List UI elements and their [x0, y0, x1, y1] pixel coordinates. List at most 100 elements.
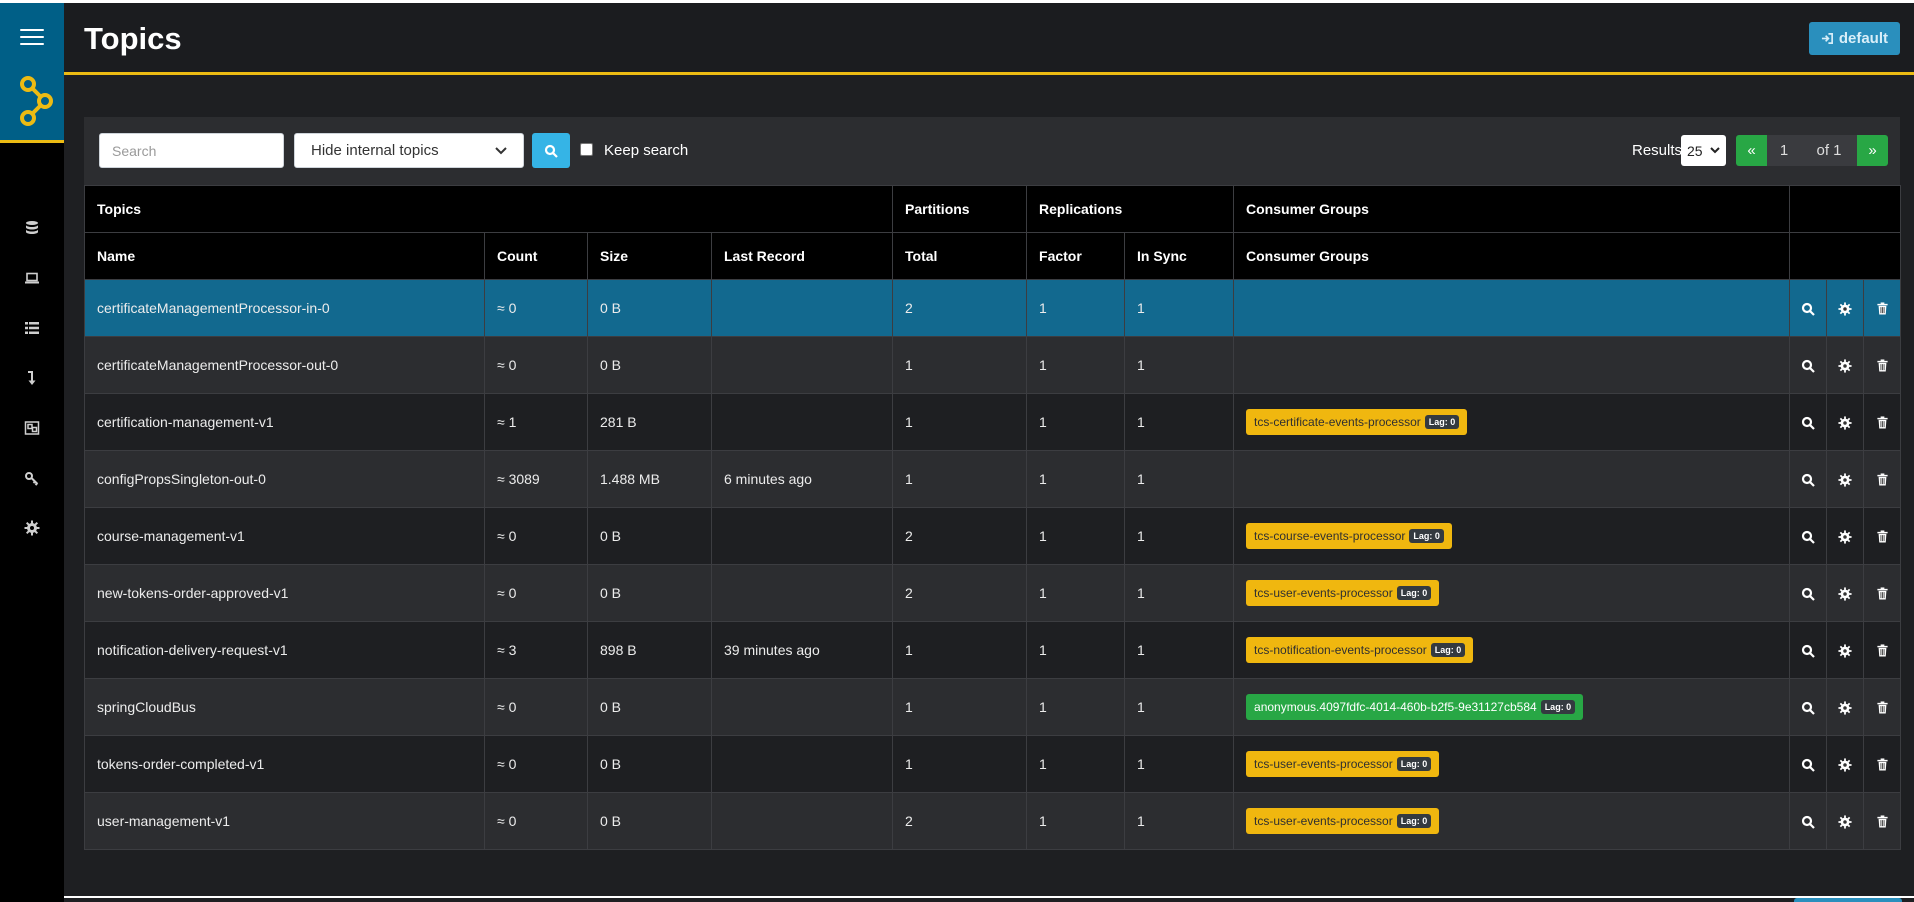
configure-topic-button[interactable]	[1826, 564, 1865, 622]
sidebar-item-tail[interactable]	[0, 353, 64, 403]
delete-topic-button[interactable]	[1863, 792, 1902, 850]
pagination-current-page[interactable]: 1	[1767, 135, 1801, 166]
delete-topic-button[interactable]	[1863, 678, 1902, 736]
table-row[interactable]: certification-management-v1 ≈ 1 281 B 1 1 1 tc…	[84, 393, 1902, 451]
column-header-factor[interactable]: Factor	[1026, 232, 1126, 280]
column-header-in-sync[interactable]: In Sync	[1124, 232, 1235, 280]
configure-topic-button[interactable]	[1826, 450, 1865, 508]
table-row[interactable]: new-tokens-order-approved-v1 ≈ 00 B 2 1 1 tcs…	[84, 564, 1902, 622]
topic-name[interactable]: user-management-v1	[84, 792, 485, 850]
topics-panel: Hide internal topics Keep search Results…	[83, 117, 1902, 850]
login-button[interactable]: default	[1808, 22, 1900, 55]
kafka-logo-icon[interactable]	[18, 75, 58, 131]
view-topic-button[interactable]	[1789, 564, 1828, 622]
topic-name[interactable]: certificateManagementProcessor-out-0	[84, 336, 485, 394]
gear-icon	[1838, 302, 1852, 316]
view-topic-button[interactable]	[1789, 678, 1828, 736]
view-topic-button[interactable]	[1789, 792, 1828, 850]
table-row[interactable]: certificateManagementProcessor-out-0 ≈ 00…	[84, 336, 1902, 394]
topic-name[interactable]: notification-delivery-request-v1	[84, 621, 485, 679]
topic-filter-select[interactable]: Hide internal topics	[294, 133, 524, 168]
pagination-next-button[interactable]: »	[1857, 135, 1888, 166]
column-header-size[interactable]: Size	[587, 232, 712, 280]
sidebar-item-topics[interactable]	[0, 253, 64, 303]
table-row[interactable]: notification-delivery-request-v1 ≈ 3 898 B…	[84, 621, 1902, 679]
page-title: Topics	[84, 21, 182, 56]
delete-topic-button[interactable]	[1863, 564, 1902, 622]
consumer-group-name: tcs-user-events-processor	[1254, 586, 1393, 600]
results-per-page-value: 25	[1687, 142, 1703, 159]
trash-icon	[1875, 587, 1889, 601]
configure-topic-button[interactable]	[1826, 621, 1865, 679]
consumer-group-badge[interactable]: tcs-notification-events-processor Lag: 0	[1246, 637, 1474, 663]
configure-topic-button[interactable]	[1826, 336, 1865, 394]
consumer-group-badge[interactable]: tcs-course-events-processor Lag: 0	[1246, 523, 1452, 549]
create-topic-button[interactable]	[1794, 898, 1902, 902]
view-topic-button[interactable]	[1789, 735, 1828, 793]
configure-topic-button[interactable]	[1826, 792, 1865, 850]
search-icon	[1801, 701, 1815, 715]
view-topic-button[interactable]	[1789, 336, 1828, 394]
view-topic-button[interactable]	[1789, 507, 1828, 565]
table-row[interactable]: course-management-v1 ≈ 00 B 2 1 1 tcs-course-…	[84, 507, 1902, 565]
column-header-last-record[interactable]: Last Record	[710, 232, 894, 280]
search-input[interactable]	[99, 133, 284, 168]
search-icon	[1801, 473, 1815, 487]
configure-topic-button[interactable]	[1826, 279, 1865, 337]
pagination-prev-button[interactable]: «	[1736, 135, 1767, 166]
delete-topic-button[interactable]	[1863, 393, 1902, 451]
view-topic-button[interactable]	[1789, 621, 1828, 679]
delete-topic-button[interactable]	[1863, 450, 1902, 508]
configure-topic-button[interactable]	[1826, 735, 1865, 793]
group-header-consumer-groups: Consumer Groups	[1233, 185, 1791, 233]
configure-topic-button[interactable]	[1826, 393, 1865, 451]
sidebar-item-nodes[interactable]	[0, 203, 64, 253]
table-row[interactable]: user-management-v1 ≈ 00 B 2 1 1 tcs-user-even…	[84, 792, 1902, 850]
sidebar-item-consumer-groups[interactable]	[0, 303, 64, 353]
view-topic-button[interactable]	[1789, 450, 1828, 508]
partitions-total: 1	[892, 621, 1028, 679]
column-header-count[interactable]: Count	[484, 232, 588, 280]
delete-topic-button[interactable]	[1863, 279, 1902, 337]
column-header-total[interactable]: Total	[892, 232, 1028, 280]
keep-search-checkbox[interactable]	[580, 143, 593, 156]
column-header-name[interactable]: Name	[84, 232, 485, 280]
topic-name[interactable]: tokens-order-completed-v1	[84, 735, 485, 793]
table-row[interactable]: springCloudBus ≈ 00 B 1 1 1 anonymous.4097fdf…	[84, 678, 1902, 736]
column-header-consumer-groups[interactable]: Consumer Groups	[1233, 232, 1791, 280]
table-row[interactable]: tokens-order-completed-v1 ≈ 00 B 1 1 1 tcs-us…	[84, 735, 1902, 793]
search-button[interactable]	[532, 133, 570, 168]
topic-name[interactable]: configPropsSingleton-out-0	[84, 450, 485, 508]
sidebar-item-acls[interactable]	[0, 453, 64, 503]
topic-name[interactable]: springCloudBus	[84, 678, 485, 736]
consumer-groups-cell	[1233, 336, 1791, 394]
configure-topic-button[interactable]	[1826, 507, 1865, 565]
hamburger-menu-icon[interactable]	[20, 29, 44, 47]
pagination-total: of 1	[1801, 135, 1857, 166]
partitions-total: 1	[892, 735, 1028, 793]
table-row[interactable]: certificateManagementProcessor-in-0 ≈ 00 …	[84, 279, 1902, 337]
topic-last-record: 39 minutes ago	[710, 621, 894, 679]
topic-name[interactable]: certification-management-v1	[84, 393, 485, 451]
trash-icon	[1875, 815, 1889, 829]
sidebar-item-settings[interactable]	[0, 503, 64, 553]
sidebar-item-schema-registry[interactable]	[0, 403, 64, 453]
view-topic-button[interactable]	[1789, 279, 1828, 337]
results-per-page-select[interactable]: 25	[1681, 135, 1726, 166]
view-topic-button[interactable]	[1789, 393, 1828, 451]
configure-topic-button[interactable]	[1826, 678, 1865, 736]
consumer-group-badge[interactable]: tcs-user-events-processor Lag: 0	[1246, 808, 1440, 834]
consumer-group-badge[interactable]: tcs-user-events-processor Lag: 0	[1246, 580, 1440, 606]
delete-topic-button[interactable]	[1863, 507, 1902, 565]
delete-topic-button[interactable]	[1863, 735, 1902, 793]
topic-name[interactable]: certificateManagementProcessor-in-0	[84, 279, 485, 337]
consumer-group-badge[interactable]: anonymous.4097fdfc-4014-460b-b2f5-9e3112…	[1246, 694, 1584, 720]
consumer-group-badge[interactable]: tcs-user-events-processor Lag: 0	[1246, 751, 1440, 777]
topic-name[interactable]: course-management-v1	[84, 507, 485, 565]
topic-name[interactable]: new-tokens-order-approved-v1	[84, 564, 485, 622]
topic-count: ≈ 0	[484, 507, 588, 565]
delete-topic-button[interactable]	[1863, 336, 1902, 394]
consumer-group-badge[interactable]: tcs-certificate-events-processor Lag: 0	[1246, 409, 1468, 435]
table-row[interactable]: configPropsSingleton-out-0 ≈ 3089 1.488 MB…	[84, 450, 1902, 508]
delete-topic-button[interactable]	[1863, 621, 1902, 679]
